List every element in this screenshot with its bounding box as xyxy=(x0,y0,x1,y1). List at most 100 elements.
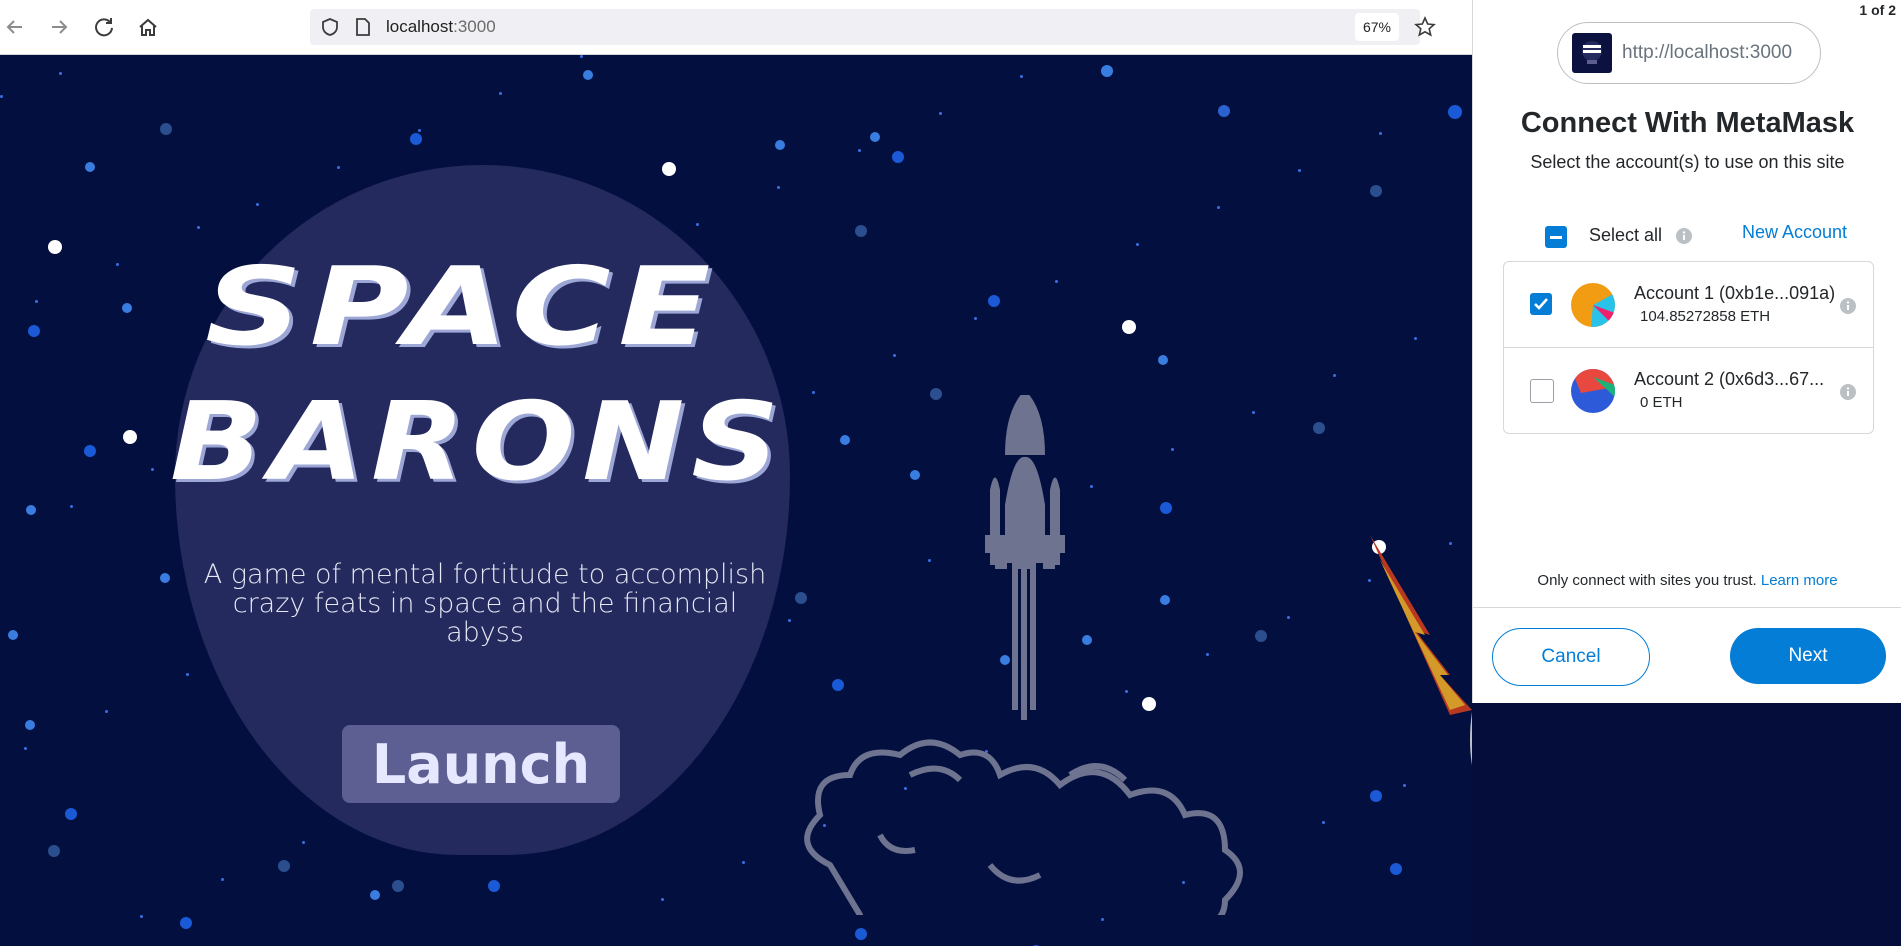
info-icon[interactable] xyxy=(1675,227,1693,250)
star xyxy=(583,70,593,80)
star xyxy=(1414,337,1417,340)
star xyxy=(48,845,60,857)
title-line-1: SPACE xyxy=(205,245,718,370)
star xyxy=(70,505,73,508)
star xyxy=(855,928,867,940)
url-host: localhost xyxy=(386,17,454,36)
url-bar[interactable]: localhost:3000 xyxy=(310,9,1420,45)
star xyxy=(1217,206,1220,209)
star xyxy=(151,468,154,471)
star xyxy=(870,132,880,142)
star xyxy=(742,861,745,864)
site-favicon-icon xyxy=(1572,33,1612,73)
star xyxy=(661,898,664,901)
star xyxy=(8,630,18,640)
info-icon[interactable] xyxy=(1839,383,1857,406)
game-landing-page: SPACE BARONS A game of mental fortitude … xyxy=(0,55,1472,946)
star xyxy=(775,140,785,150)
asteroid-illustration xyxy=(1370,535,1472,765)
star xyxy=(418,129,421,132)
star xyxy=(392,880,404,892)
star xyxy=(410,133,422,145)
forward-icon[interactable] xyxy=(44,12,74,42)
metamask-popup: 1 of 2 http://localhost:3000 Connect Wit… xyxy=(1472,0,1901,703)
star xyxy=(1122,320,1136,334)
page-icon xyxy=(354,17,372,42)
account-1-name: Account 1 (0xb1e...091a) xyxy=(1634,283,1836,303)
star xyxy=(160,123,172,135)
star xyxy=(1448,105,1462,119)
star xyxy=(302,841,305,844)
dialog-subtitle: Select the account(s) to use on this sit… xyxy=(1530,152,1845,172)
select-all-label: Select all xyxy=(1589,225,1663,245)
next-button[interactable]: Next xyxy=(1730,628,1886,684)
star xyxy=(1101,918,1104,921)
browser-toolbar: localhost:3000 67% xyxy=(0,0,1472,55)
star xyxy=(939,112,942,115)
shield-icon[interactable] xyxy=(320,17,340,42)
star xyxy=(105,710,108,713)
info-icon[interactable] xyxy=(1839,297,1857,320)
star xyxy=(1333,374,1336,377)
star xyxy=(278,860,290,872)
star xyxy=(370,890,380,900)
star xyxy=(1218,105,1230,117)
account-2-avatar xyxy=(1571,369,1615,413)
star xyxy=(777,186,780,189)
launch-button[interactable]: Launch xyxy=(342,725,620,803)
site-origin-pill: http://localhost:3000 xyxy=(1557,22,1821,84)
dialog-title: Connect With MetaMask xyxy=(1520,107,1855,139)
account-row-2[interactable]: Account 2 (0x6d3...67... 0 ETH xyxy=(1504,348,1873,433)
cancel-button[interactable]: Cancel xyxy=(1492,628,1650,686)
star xyxy=(160,573,170,583)
url-port: :3000 xyxy=(453,17,496,36)
star xyxy=(1136,243,1139,246)
star xyxy=(893,354,896,357)
learn-more-link[interactable]: Learn more xyxy=(1761,572,1838,589)
home-icon[interactable] xyxy=(133,12,163,42)
new-account-link[interactable]: New Account xyxy=(1742,222,1847,243)
account-list: Account 1 (0xb1e...091a) 104.85272858 ET… xyxy=(1503,261,1874,434)
account-2-name: Account 2 (0x6d3...67... xyxy=(1634,369,1825,389)
star xyxy=(140,915,143,918)
url-text: localhost:3000 xyxy=(386,17,496,37)
site-origin-url: http://localhost:3000 xyxy=(1622,42,1793,63)
star xyxy=(1322,821,1325,824)
star xyxy=(123,430,137,444)
star xyxy=(186,673,189,676)
star xyxy=(24,747,27,750)
star xyxy=(59,72,62,75)
select-all-checkbox[interactable] xyxy=(1545,226,1567,248)
star xyxy=(84,445,96,457)
star xyxy=(1055,280,1058,283)
star xyxy=(180,917,192,929)
star xyxy=(1020,75,1023,78)
star xyxy=(122,303,132,313)
trust-notice: Only connect with sites you trust. Learn… xyxy=(1473,572,1901,589)
star xyxy=(488,880,500,892)
star xyxy=(892,151,904,163)
zoom-level-badge[interactable]: 67% xyxy=(1355,13,1399,41)
bookmark-star-icon[interactable] xyxy=(1410,12,1440,42)
star xyxy=(85,162,95,172)
account-1-checkbox[interactable] xyxy=(1530,293,1552,315)
account-row-1[interactable]: Account 1 (0xb1e...091a) 104.85272858 ET… xyxy=(1504,262,1873,347)
footer-divider xyxy=(1473,607,1901,608)
star xyxy=(116,263,119,266)
star xyxy=(35,300,38,303)
star xyxy=(662,162,676,176)
star xyxy=(0,95,3,98)
star xyxy=(25,720,35,730)
star xyxy=(812,391,815,394)
star xyxy=(256,203,259,206)
reload-icon[interactable] xyxy=(89,12,119,42)
account-2-checkbox[interactable] xyxy=(1530,379,1554,403)
back-icon[interactable] xyxy=(0,12,30,42)
star xyxy=(855,225,867,237)
star xyxy=(26,505,36,515)
account-1-balance: 104.85272858 ETH xyxy=(1640,308,1771,325)
star xyxy=(48,240,62,254)
page-count: 1 of 2 xyxy=(1859,2,1896,18)
star xyxy=(1370,185,1382,197)
trust-text: Only connect with sites you trust. xyxy=(1537,572,1757,589)
